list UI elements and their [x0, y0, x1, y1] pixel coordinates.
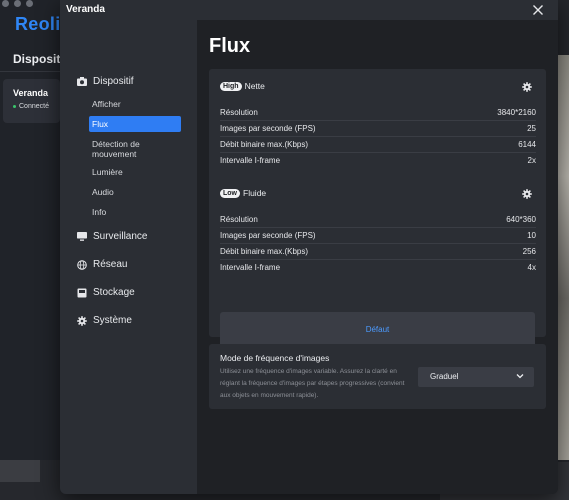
minimize-dot[interactable]: [14, 0, 21, 7]
setting-row: Images par seconde (FPS) 25: [220, 121, 536, 137]
globe-icon: [77, 259, 87, 270]
default-button[interactable]: Défaut: [220, 312, 535, 347]
setting-row: Intervalle I-frame 2x: [220, 153, 536, 169]
sidebar-item-lumiere[interactable]: Lumière: [89, 167, 181, 177]
settings-sidebar: Dispositif Afficher Flux Détection de mo…: [60, 20, 197, 494]
sidebar-item-stockage[interactable]: Stockage: [77, 287, 135, 298]
setting-row: Résolution 3840*2160: [220, 105, 536, 121]
setting-value: 2x: [527, 156, 536, 165]
sidebar-item-label: Réseau: [93, 259, 128, 270]
sidebar-item-label: Surveillance: [93, 231, 148, 242]
device-name: Veranda: [13, 88, 49, 98]
setting-value: 640*360: [506, 215, 536, 224]
main-content: Flux High Nette Résolution 3840*2160 Imag…: [197, 20, 558, 494]
device-status-label: Connecté: [19, 103, 49, 110]
quality-badge: High: [220, 81, 242, 91]
maximize-dot[interactable]: [26, 0, 33, 7]
window-controls: [2, 0, 33, 7]
setting-label: Intervalle I-frame: [220, 156, 281, 165]
select-value: Graduel: [430, 372, 459, 381]
setting-row: Images par seconde (FPS) 10: [220, 228, 536, 244]
setting-label: Intervalle I-frame: [220, 263, 281, 272]
sidebar-item-audio[interactable]: Audio: [89, 187, 181, 197]
close-dot[interactable]: [2, 0, 9, 7]
frame-rate-mode-select[interactable]: Graduel: [418, 367, 534, 387]
setting-label: Résolution: [220, 108, 258, 117]
settings-modal: Veranda Dispositif Afficher Flux Détecti…: [60, 0, 558, 494]
sidebar-item-flux[interactable]: Flux: [89, 116, 181, 132]
sidebar-item-info[interactable]: Info: [89, 207, 181, 217]
modal-header: Veranda: [60, 0, 558, 20]
stream-header-high: High Nette: [220, 81, 265, 91]
setting-value: 6144: [518, 140, 536, 149]
frame-rate-mode-card: Mode de fréquence d'images Utilisez une …: [209, 344, 546, 409]
storage-icon: [77, 288, 87, 297]
setting-label: Résolution: [220, 215, 258, 224]
setting-row: Résolution 640*360: [220, 212, 536, 228]
sidebar-item-systeme[interactable]: Système: [77, 315, 132, 326]
gear-icon: [77, 315, 87, 326]
sidebar-item-afficher[interactable]: Afficher: [89, 99, 181, 109]
close-icon[interactable]: [530, 2, 546, 18]
chevron-down-icon: [516, 374, 524, 379]
setting-value: 256: [522, 247, 536, 256]
quality-badge: Low: [220, 188, 240, 198]
monitor-icon: [77, 232, 87, 241]
sidebar-item-label: Système: [93, 315, 132, 326]
sidebar-item-dispositif[interactable]: Dispositif: [77, 76, 134, 87]
stream-name: Nette: [244, 81, 265, 91]
setting-label: Débit binaire max.(Kbps): [220, 140, 309, 149]
gear-icon[interactable]: [522, 82, 532, 92]
stream-header-low: Low Fluide: [220, 188, 266, 198]
setting-label: Débit binaire max.(Kbps): [220, 247, 309, 256]
setting-value: 4x: [527, 263, 536, 272]
stream-settings-card: High Nette Résolution 3840*2160 Images pa…: [209, 69, 546, 347]
device-card[interactable]: Veranda Connecté: [3, 79, 60, 123]
frame-rate-mode-description: Utilisez une fréquence d'images variable…: [220, 368, 405, 399]
setting-label: Images par seconde (FPS): [220, 124, 316, 133]
page-title: Flux: [209, 35, 251, 57]
frame-rate-mode-title: Mode de fréquence d'images: [220, 353, 330, 363]
setting-label: Images par seconde (FPS): [220, 231, 316, 240]
setting-value: 3840*2160: [497, 108, 536, 117]
sidebar-item-detection-mouvement[interactable]: Détection de mouvement: [89, 139, 181, 159]
sidebar-item-surveillance[interactable]: Surveillance: [77, 231, 147, 242]
setting-row: Intervalle I-frame 4x: [220, 260, 536, 276]
setting-row: Débit binaire max.(Kbps) 256: [220, 244, 536, 260]
modal-title: Veranda: [66, 4, 105, 15]
divider: [0, 71, 60, 72]
stream-name: Fluide: [243, 188, 267, 198]
setting-value: 10: [527, 231, 536, 240]
camera-icon: [77, 77, 87, 86]
sidebar-item-label: Dispositif: [93, 76, 134, 87]
device-status: Connecté: [13, 103, 49, 110]
sidebar-item-label: Stockage: [93, 287, 135, 298]
setting-value: 25: [527, 124, 536, 133]
background-thumbnail: [0, 460, 40, 482]
setting-row: Débit binaire max.(Kbps) 6144: [220, 137, 536, 153]
sidebar-item-reseau[interactable]: Réseau: [77, 259, 127, 270]
gear-icon[interactable]: [522, 189, 532, 199]
status-dot: [13, 104, 16, 108]
